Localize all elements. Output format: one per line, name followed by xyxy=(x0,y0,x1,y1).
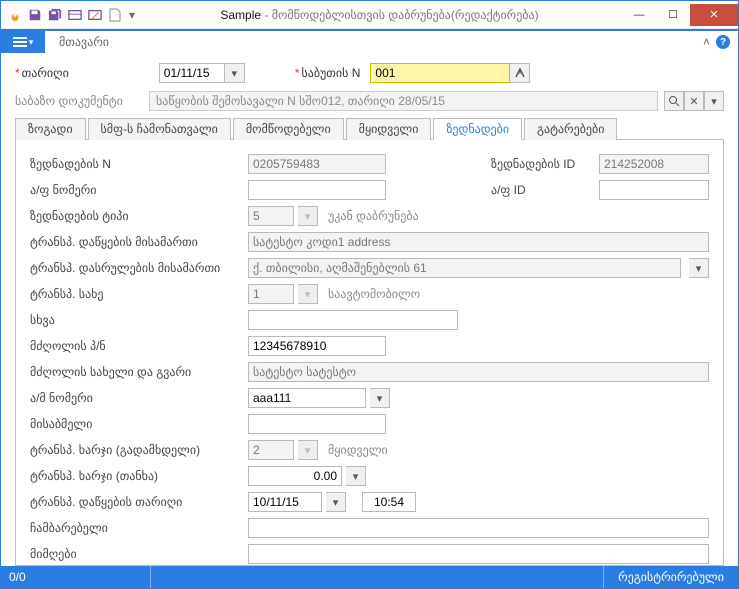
app-name: Sample xyxy=(220,8,261,22)
status-counter: 0/0 xyxy=(1,566,151,588)
zn-type-text: უკან დაბრუნება xyxy=(328,209,419,223)
trans-type-label: ტრანსპ. სახე xyxy=(30,287,240,301)
toolbar-icon-4[interactable] xyxy=(67,7,83,23)
status-state: რეგისტრირებული xyxy=(603,566,738,588)
tab-waybill[interactable]: ზედნადები xyxy=(433,118,522,140)
cost-amount-dropdown[interactable]: ▾ xyxy=(346,466,366,486)
doc-icon[interactable] xyxy=(107,7,123,23)
date-label: *თარიღი xyxy=(15,66,69,80)
trailer-label: მისაბმელი xyxy=(30,417,240,431)
start-date-label: ტრანსპ. დაწყების თარიღი xyxy=(30,495,240,509)
car-no-label: ა/მ ნომერი xyxy=(30,391,240,405)
car-no-input[interactable] xyxy=(248,388,366,408)
help-icon[interactable]: ? xyxy=(716,35,730,49)
basedoc-search-button[interactable] xyxy=(664,91,684,111)
trans-end-addr-dropdown[interactable]: ▾ xyxy=(689,258,709,278)
zn-id-label: ზედნადების ID xyxy=(491,157,591,171)
tab-buyer[interactable]: მყიდველი xyxy=(346,118,432,140)
tab-strip: ზოგადი სმფ-ს ჩამონათვალი მომწოდებელი მყი… xyxy=(15,117,724,140)
af-no-input[interactable] xyxy=(248,180,386,200)
date-dropdown-button[interactable]: ▾ xyxy=(225,63,245,83)
basedoc-dropdown-button[interactable]: ▾ xyxy=(704,91,724,111)
cost-amount-input[interactable] xyxy=(248,466,342,486)
ribbon-collapse-icon[interactable]: ˄ xyxy=(703,35,710,49)
zn-n-label: ზედნადების N xyxy=(30,157,240,171)
trans-type-text: საავტომობილო xyxy=(328,287,420,301)
tab-smf-list[interactable]: სმფ-ს ჩამონათვალი xyxy=(88,118,231,140)
receiver-input[interactable] xyxy=(248,518,709,538)
cost-payer-input[interactable] xyxy=(248,440,294,460)
qat-dropdown-icon[interactable]: ▾ xyxy=(127,7,137,23)
other-input[interactable] xyxy=(248,310,458,330)
zn-type-input[interactable] xyxy=(248,206,294,226)
basedoc-clear-button[interactable]: ✕ xyxy=(684,91,704,111)
window-title: Sample - მომწოდებლისთვის დაბრუნება(რედაქ… xyxy=(137,8,622,22)
save-icon[interactable] xyxy=(27,7,43,23)
tab-supplier[interactable]: მომწოდებელი xyxy=(233,118,344,140)
acceptor-input[interactable] xyxy=(248,544,709,564)
trans-start-addr-input[interactable] xyxy=(248,232,709,252)
driver-pn-input[interactable] xyxy=(248,336,386,356)
cost-payer-dropdown: ▾ xyxy=(298,440,318,460)
header-row: *თარიღი ▾ *საბუთის N xyxy=(15,63,724,83)
receiver-label: ჩამბარებელი xyxy=(30,521,240,535)
content-area: *თარიღი ▾ *საბუთის N საბაზო დოკუმენტი სა… xyxy=(1,53,738,566)
start-date-input[interactable] xyxy=(248,492,322,512)
car-no-dropdown[interactable]: ▾ xyxy=(370,388,390,408)
driver-name-input[interactable] xyxy=(248,362,709,382)
maximize-button[interactable]: ☐ xyxy=(656,4,690,26)
start-date-dropdown[interactable]: ▾ xyxy=(326,492,346,512)
docnum-label: *საბუთის N xyxy=(295,66,361,80)
trans-type-dropdown: ▾ xyxy=(298,284,318,304)
basedoc-display: საწყობის შემოსავალი N სშო012, თარიღი 28/… xyxy=(149,91,658,111)
tab-general[interactable]: ზოგადი xyxy=(15,118,86,140)
trans-type-input[interactable] xyxy=(248,284,294,304)
zn-n-input[interactable] xyxy=(248,154,386,174)
save-all-icon[interactable] xyxy=(47,7,63,23)
file-menu-button[interactable]: ▾ xyxy=(1,31,45,53)
basedoc-label: საბაზო დოკუმენტი xyxy=(15,94,143,108)
zn-id-input[interactable] xyxy=(599,154,709,174)
af-no-label: ა/ფ ნომერი xyxy=(30,183,240,197)
minimize-button[interactable]: — xyxy=(622,4,656,26)
trans-end-addr-input[interactable] xyxy=(248,258,681,278)
status-bar: 0/0 რეგისტრირებული xyxy=(1,566,738,588)
docnum-input[interactable] xyxy=(370,63,510,83)
quick-access-toolbar: ▾ xyxy=(7,7,137,23)
zn-type-dropdown: ▾ xyxy=(298,206,318,226)
cost-payer-text: მყიდველი xyxy=(328,443,388,457)
date-input[interactable] xyxy=(159,63,225,83)
trans-end-addr-label: ტრანსპ. დასრულების მისამართი xyxy=(30,261,266,275)
tab-entries[interactable]: გატარებები xyxy=(524,118,617,140)
titlebar: ▾ Sample - მომწოდებლისთვის დაბრუნება(რედ… xyxy=(1,1,738,29)
close-button[interactable]: ✕ xyxy=(690,4,738,26)
cost-payer-label: ტრანსპ. ხარჯი (გადამხდელი) xyxy=(30,443,240,457)
af-id-label: ა/ფ ID xyxy=(491,183,591,197)
other-label: სხვა xyxy=(30,313,240,327)
docnum-action-button[interactable] xyxy=(510,63,530,83)
driver-pn-label: მძღოლის პ/ნ xyxy=(30,339,240,353)
ribbon-tab-main[interactable]: მთავარი xyxy=(45,31,123,53)
zn-type-label: ზედნადების ტიპი xyxy=(30,209,240,223)
ribbon: ▾ მთავარი ˄ ? xyxy=(1,29,738,53)
trans-start-addr-label: ტრანსპ. დაწყების მისამართი xyxy=(30,235,240,249)
cost-amount-label: ტრანსპ. ხარჯი (თანხა) xyxy=(30,469,240,483)
toolbar-icon-5[interactable] xyxy=(87,7,103,23)
flame-icon[interactable] xyxy=(7,7,23,23)
doc-title: - მომწოდებლისთვის დაბრუნება(რედაქტირება) xyxy=(261,8,539,22)
driver-name-label: მძღოლის სახელი და გვარი xyxy=(30,365,240,379)
af-id-input[interactable] xyxy=(599,180,709,200)
trailer-input[interactable] xyxy=(248,414,386,434)
start-time-input[interactable] xyxy=(362,492,416,512)
basedoc-row: საბაზო დოკუმენტი საწყობის შემოსავალი N ს… xyxy=(15,91,724,111)
tab-pane-waybill: ზედნადების N ზედნადების ID ა/ფ ნომერი ა/… xyxy=(15,140,724,566)
acceptor-label: მიმღები xyxy=(30,547,240,561)
